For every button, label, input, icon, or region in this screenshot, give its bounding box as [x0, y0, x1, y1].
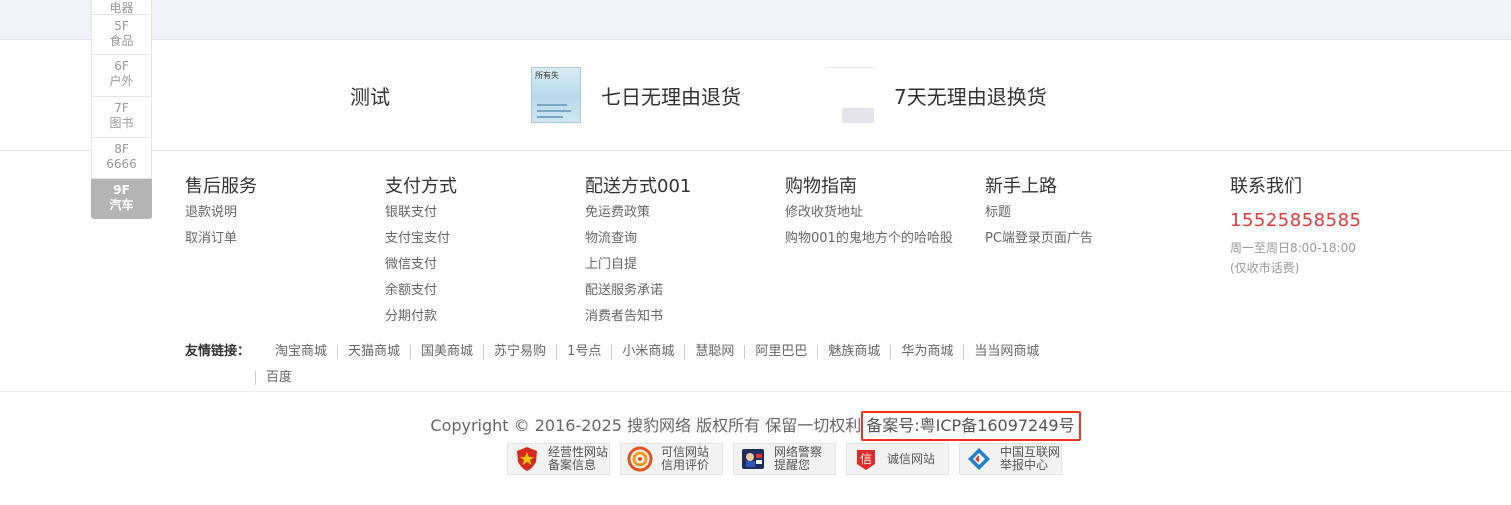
police-emblem-icon	[517, 447, 537, 471]
footer-link[interactable]: 修改收货地址	[785, 200, 953, 226]
footer-link[interactable]: 上门自提	[585, 252, 691, 278]
footer-column-shopping-guide: 购物指南 修改收货地址 购物001的鬼地方个的哈哈股	[785, 174, 953, 252]
badge-line-2: 举报中心	[1000, 458, 1049, 472]
footer-link[interactable]: 支付宝支付	[385, 226, 457, 252]
floor-name: 6666	[106, 157, 137, 171]
floor-nav-item-6f[interactable]: 6F 户外	[91, 55, 152, 97]
column-heading: 购物指南	[785, 176, 857, 197]
service-item-label: 七日无理由退货	[601, 84, 741, 109]
trust-seal-icon	[627, 446, 653, 472]
footer-link[interactable]: 余额支付	[385, 278, 457, 304]
icp-record-number[interactable]: 备案号:粤ICP备16097249号	[861, 411, 1081, 441]
book-cover-image: 所有失	[531, 67, 581, 123]
column-heading: 配送方式001	[585, 176, 692, 197]
floor-name: 食品	[109, 34, 134, 48]
footer-link[interactable]: 免运费政策	[585, 200, 691, 226]
footer-link[interactable]: 分期付款	[385, 304, 457, 330]
badge-line-1: 诚信网站	[887, 451, 936, 466]
friend-link[interactable]: 1号点	[556, 345, 611, 359]
floor-name: 户外	[109, 74, 134, 88]
floor-nav-item-7f[interactable]: 7F 图书	[91, 97, 152, 138]
integrity-icon: 信	[857, 450, 875, 470]
copyright-text: Copyright © 2016-2025 搜豹网络 版权所有 保留一切权利	[430, 416, 862, 435]
footer-link[interactable]: 购物001的鬼地方个的哈哈股	[785, 226, 953, 252]
floor-nav-item-5f[interactable]: 5F 食品	[91, 15, 152, 55]
friend-link[interactable]: 淘宝商城	[265, 345, 337, 359]
friend-links-label: 友情链接：	[185, 344, 251, 359]
cyber-police-icon	[742, 449, 764, 469]
floor-name: 图书	[109, 116, 134, 130]
floor-nav-item-9f[interactable]: 9F 汽车	[91, 179, 152, 219]
badge-business-site[interactable]: 经营性网站 备案信息	[507, 443, 610, 475]
floor-number: 5F	[114, 19, 129, 33]
footer-link[interactable]: 标题	[985, 200, 1093, 226]
footer-column-newbie: 新手上路 标题 PC端登录页面广告	[985, 174, 1093, 252]
floor-number: 6F	[114, 59, 129, 73]
svg-text:信: 信	[860, 452, 872, 466]
friend-link[interactable]: 国美商城	[410, 345, 483, 359]
footer-link[interactable]: 微信支付	[385, 252, 457, 278]
badge-trusted-site[interactable]: 可信网站 信用评价	[620, 443, 723, 475]
friend-link[interactable]: 慧聪网	[684, 345, 744, 359]
floor-number: 9F	[113, 183, 130, 197]
friend-link[interactable]: 小米商城	[611, 345, 684, 359]
contact-note: (仅收市话费)	[1230, 261, 1300, 275]
footer-link[interactable]: PC端登录页面广告	[985, 226, 1093, 252]
report-center-icon	[968, 448, 990, 470]
badge-integrity-site[interactable]: 信 诚信网站	[846, 443, 949, 475]
footer-column-payment: 支付方式 银联支付 支付宝支付 微信支付 余额支付 分期付款	[385, 174, 457, 330]
friend-link[interactable]: 阿里巴巴	[744, 345, 817, 359]
footer-column-contact: 联系我们 15525858585 周一至周日8:00-18:00 (仅收市话费)	[1230, 174, 1361, 278]
top-bar	[0, 0, 1511, 40]
contact-hours: 周一至周日8:00-18:00	[1230, 241, 1356, 255]
friend-link[interactable]: 当当网商城	[963, 345, 1049, 359]
footer-divider	[0, 391, 1511, 392]
service-item-label: 7天无理由退换货	[894, 84, 1047, 109]
service-strip: 测试 所有失 七日无理由退货 7天无理由退换货	[0, 40, 1511, 151]
column-heading: 支付方式	[385, 176, 457, 197]
column-heading: 新手上路	[985, 176, 1057, 197]
contact-phone: 15525858585	[1230, 210, 1362, 231]
friend-link[interactable]: 百度	[255, 371, 302, 385]
service-item-2[interactable]: 所有失 七日无理由退货	[531, 40, 741, 150]
floor-number: 7F	[114, 101, 129, 115]
certification-badges: 经营性网站 备案信息 可信网站 信用评价 网络警察 提醒您 信 诚信网站 中国互…	[507, 443, 1062, 475]
footer-link[interactable]: 配送服务承诺	[585, 278, 691, 304]
footer-link[interactable]: 取消订单	[185, 226, 257, 252]
copyright-line: Copyright © 2016-2025 搜豹网络 版权所有 保留一切权利 备案…	[0, 411, 1511, 441]
badge-line-2: 信用评价	[661, 458, 710, 472]
footer-link[interactable]: 消费者告知书	[585, 304, 691, 330]
friend-link[interactable]: 苏宁易购	[483, 345, 556, 359]
footer-column-after-sales: 售后服务 退款说明 取消订单	[185, 174, 257, 252]
floor-number: 8F	[114, 142, 129, 156]
service-image-placeholder	[826, 67, 874, 123]
column-heading: 联系我们	[1230, 176, 1302, 197]
floor-nav: 电器 5F 食品 6F 户外 7F 图书 8F 6666 9F 汽车	[91, 0, 152, 219]
friend-link[interactable]: 华为商城	[890, 345, 963, 359]
floor-nav-item-electric[interactable]: 电器	[91, 0, 152, 15]
floor-nav-item-8f[interactable]: 8F 6666	[91, 138, 152, 179]
footer-link[interactable]: 物流查询	[585, 226, 691, 252]
badge-line-2: 提醒您	[774, 458, 811, 472]
column-heading: 售后服务	[185, 176, 257, 197]
badge-report-center[interactable]: 中国互联网 举报中心	[959, 443, 1062, 475]
footer-link[interactable]: 银联支付	[385, 200, 457, 226]
friend-link[interactable]: 魅族商城	[817, 345, 890, 359]
footer-column-delivery: 配送方式001 免运费政策 物流查询 上门自提 配送服务承诺 消费者告知书	[585, 174, 691, 330]
friend-link[interactable]: 天猫商城	[337, 345, 410, 359]
footer-link[interactable]: 退款说明	[185, 200, 257, 226]
service-item-1[interactable]: 测试	[350, 40, 390, 150]
floor-name: 汽车	[109, 198, 134, 212]
badge-line-2: 备案信息	[548, 458, 597, 472]
floor-name: 电器	[109, 1, 134, 15]
friend-links: 友情链接： 淘宝商城 天猫商城 国美商城 苏宁易购 1号点 小米商城 慧聪网 阿里巴巴 魅族商城华…	[185, 342, 1105, 388]
service-item-label: 测试	[350, 84, 390, 109]
service-item-3[interactable]: 7天无理由退换货	[826, 40, 1047, 150]
badge-cyber-police[interactable]: 网络警察 提醒您	[733, 443, 836, 475]
